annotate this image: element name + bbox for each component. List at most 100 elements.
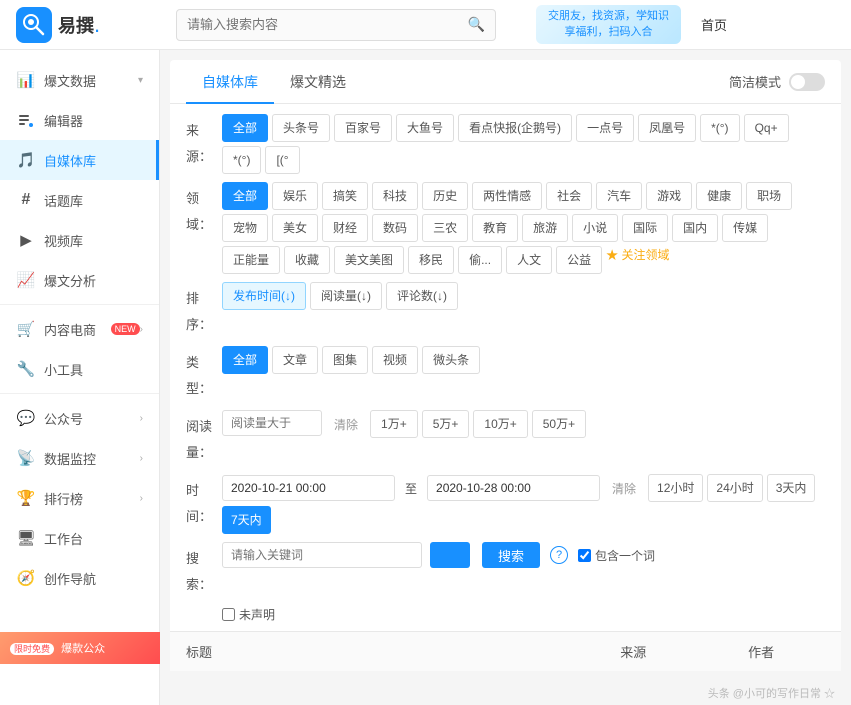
domain-btn-meiwen[interactable]: 美文美图 <box>334 246 404 274</box>
domain-btn-renwen[interactable]: 人文 <box>506 246 552 274</box>
read-label: 阅读量： <box>186 414 222 466</box>
domain-btn-guoji[interactable]: 国际 <box>622 214 668 242</box>
search-submit-btn[interactable]: 搜索 <box>482 542 540 568</box>
banner-line2: 享福利，扫码入合 <box>548 25 669 40</box>
domain-btn-youxi[interactable]: 游戏 <box>646 182 692 210</box>
time-btn-7d[interactable]: 7天内 <box>222 506 271 534</box>
source-btn-yidian[interactable]: 一点号 <box>576 114 634 142</box>
search-blue-box[interactable] <box>430 542 470 568</box>
source-btn-baijia[interactable]: 百家号 <box>334 114 392 142</box>
jianjie-toggle[interactable] <box>789 73 825 91</box>
sort-btn-read[interactable]: 阅读量(↓) <box>310 282 382 310</box>
type-btn-article[interactable]: 文章 <box>272 346 318 374</box>
time-btn-3d[interactable]: 3天内 <box>767 474 816 502</box>
type-btn-video[interactable]: 视频 <box>372 346 418 374</box>
read-btn-10w[interactable]: 10万+ <box>473 410 527 438</box>
monitor-icon: 📡 <box>16 448 36 468</box>
sidebar-item-bianji[interactable]: 编辑器 <box>0 100 159 140</box>
source-btn-kandian[interactable]: 看点快报(企鹅号) <box>458 114 572 142</box>
time-btn-12h[interactable]: 12小时 <box>648 474 703 502</box>
sidebar-item-jiankong[interactable]: 📡 数据监控 › <box>0 438 159 478</box>
domain-btn-jiaoyu[interactable]: 教育 <box>472 214 518 242</box>
time-end-input[interactable] <box>427 475 600 501</box>
domain-btn-shuma[interactable]: 数码 <box>372 214 418 242</box>
source-btn-toutiao[interactable]: 头条号 <box>272 114 330 142</box>
attention-link[interactable]: 关注领域 <box>606 246 669 274</box>
source-btn-all[interactable]: 全部 <box>222 114 268 142</box>
source-btn-dayu[interactable]: 大鱼号 <box>396 114 454 142</box>
undeclared-checkbox[interactable]: 未声明 <box>222 606 275 623</box>
type-btn-all[interactable]: 全部 <box>222 346 268 374</box>
domain-btn-other[interactable]: 偷... <box>458 246 502 274</box>
sidebar-item-chuangzuo[interactable]: 🧭 创作导航 <box>0 558 159 598</box>
domain-btn-qiche[interactable]: 汽车 <box>596 182 642 210</box>
sidebar-item-zimeiti[interactable]: 🎵 自媒体库 <box>0 140 159 180</box>
read-btn-50w[interactable]: 50万+ <box>532 410 586 438</box>
time-start-input[interactable] <box>222 475 395 501</box>
domain-btn-jiankang[interactable]: 健康 <box>696 182 742 210</box>
header-nav-home[interactable]: 首页 <box>701 15 727 34</box>
sort-btn-comment[interactable]: 评论数(↓) <box>386 282 458 310</box>
time-btn-24h[interactable]: 24小时 <box>707 474 762 502</box>
domain-btn-xiaoshuo[interactable]: 小说 <box>572 214 618 242</box>
sidebar-item-baowenfenxi[interactable]: 📈 爆文分析 <box>0 260 159 300</box>
sidebar-label-gongzhong: 公众号 <box>44 409 140 428</box>
header-banner: 交朋友，找资源，学知识 享福利，扫码入合 <box>536 5 681 44</box>
domain-btn-lishi[interactable]: 历史 <box>422 182 468 210</box>
search-label: 搜索： <box>186 546 222 598</box>
source-btn-wx3[interactable]: [(° <box>265 146 299 174</box>
col-header-title: 标题 <box>186 642 569 661</box>
new-badge: NEW <box>111 323 140 335</box>
sidebar-item-neirong[interactable]: 🛒 内容电商 NEW › <box>0 309 159 349</box>
search-keyword-input[interactable] <box>222 542 422 568</box>
domain-btn-caijing[interactable]: 财经 <box>322 214 368 242</box>
sidebar-item-gongtai[interactable]: 🖥 工作台 <box>0 518 159 558</box>
watermark: 头条 @小可的写作日常 ☆ <box>160 681 851 705</box>
domain-btn-all[interactable]: 全部 <box>222 182 268 210</box>
header-search-input[interactable] <box>187 17 468 32</box>
source-btn-wx2[interactable]: *(°) <box>222 146 261 174</box>
domain-btn-shehui[interactable]: 社会 <box>546 182 592 210</box>
sidebar-item-xiaogongju[interactable]: 🔧 小工具 <box>0 349 159 389</box>
domain-btn-yimin[interactable]: 移民 <box>408 246 454 274</box>
domain-btn-zhengneng[interactable]: 正能量 <box>222 246 280 274</box>
sidebar-item-baowendata[interactable]: 📊 爆文数据 ▾ <box>0 60 159 100</box>
read-btn-5w[interactable]: 5万+ <box>422 410 470 438</box>
domain-btn-keji[interactable]: 科技 <box>372 182 418 210</box>
chevron-icon-paihang: › <box>140 493 143 504</box>
source-btn-fenghuang[interactable]: 凤凰号 <box>638 114 696 142</box>
include-word-checkbox[interactable]: 包含一个词 <box>578 547 655 564</box>
source-btn-wx1[interactable]: *(°) <box>700 114 739 142</box>
bottom-promo[interactable]: 限时免费 爆款公众 <box>0 632 160 664</box>
source-btn-qq[interactable]: Qq+ <box>744 114 789 142</box>
domain-btn-zhichang[interactable]: 职场 <box>746 182 792 210</box>
sort-btn-time[interactable]: 发布时间(↓) <box>222 282 306 310</box>
domain-btn-lvyou[interactable]: 旅游 <box>522 214 568 242</box>
tab-zimeiti[interactable]: 自媒体库 <box>186 60 274 104</box>
domain-btn-chongwu[interactable]: 宠物 <box>222 214 268 242</box>
domain-btn-yule[interactable]: 娱乐 <box>272 182 318 210</box>
domain-btn-shoucang[interactable]: 收藏 <box>284 246 330 274</box>
help-icon[interactable]: ? <box>550 546 568 564</box>
sidebar-item-paihang[interactable]: 🏆 排行榜 › <box>0 478 159 518</box>
promo-text: 爆款公众 <box>61 643 105 655</box>
domain-btn-guonei[interactable]: 国内 <box>672 214 718 242</box>
domain-btn-chuanmei[interactable]: 传媒 <box>722 214 768 242</box>
sidebar-item-huatiku[interactable]: # 话题库 <box>0 180 159 220</box>
type-btn-gallery[interactable]: 图集 <box>322 346 368 374</box>
sidebar-item-shipin[interactable]: ▶ 视频库 <box>0 220 159 260</box>
header-search-bar[interactable]: 🔍 <box>176 9 496 41</box>
tab-baowenjingxuan[interactable]: 爆文精选 <box>274 60 362 104</box>
read-btn-1w[interactable]: 1万+ <box>370 410 418 438</box>
source-label: 来源： <box>186 118 222 170</box>
domain-btn-meinv[interactable]: 美女 <box>272 214 318 242</box>
type-btn-micro[interactable]: 微头条 <box>422 346 480 374</box>
domain-btn-sannong[interactable]: 三农 <box>422 214 468 242</box>
sidebar-item-gongzhong[interactable]: 💬 公众号 › <box>0 398 159 438</box>
domain-btn-gongyi[interactable]: 公益 <box>556 246 602 274</box>
domain-btn-liangxing[interactable]: 两性情感 <box>472 182 542 210</box>
time-clear-btn[interactable]: 清除 <box>604 478 644 499</box>
read-input[interactable] <box>222 410 322 436</box>
domain-btn-gaoxiao[interactable]: 搞笑 <box>322 182 368 210</box>
read-clear-btn[interactable]: 清除 <box>326 410 366 438</box>
